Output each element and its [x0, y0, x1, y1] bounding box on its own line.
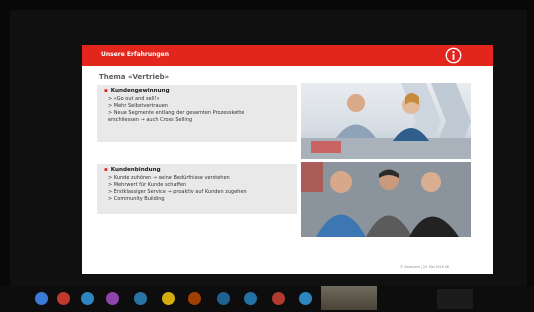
slide-subtitle: Thema «Vertrieb»	[99, 73, 170, 81]
slide-header-title: Unsere Erfahrungen	[101, 51, 170, 58]
content-box-retention: Kundenbindung > Kunde zuhören → seine Be…	[97, 164, 297, 214]
participant-avatar[interactable]	[244, 292, 257, 305]
participant-avatar[interactable]	[35, 292, 48, 305]
participant-video-thumbnail[interactable]	[321, 286, 377, 310]
slide-header-bar: Unsere Erfahrungen	[82, 45, 493, 66]
photo-team-meeting	[301, 83, 471, 159]
box-title: Kundengewinnung	[104, 88, 170, 94]
photo-team-meeting-illustration	[301, 83, 471, 159]
shared-screen-viewport: Unsere Erfahrungen Thema «Vertrieb» Kund…	[10, 10, 527, 286]
participant-avatar[interactable]	[188, 292, 201, 305]
content-box-acquisition: Kundengewinnung > «Go out and sell!» > M…	[97, 85, 297, 142]
photo-colleagues-screen	[301, 162, 471, 237]
brand-logo-icon	[445, 47, 462, 64]
participant-video-thumbnail[interactable]	[437, 289, 473, 309]
participant-avatar[interactable]	[134, 292, 147, 305]
participant-strip	[0, 286, 534, 312]
photo-colleagues-illustration	[301, 162, 471, 237]
box-line: erschliessen → auch Cross Selling	[108, 117, 193, 123]
participant-avatar[interactable]	[162, 292, 175, 305]
participant-avatar[interactable]	[272, 292, 285, 305]
box-line: > Erstklassiger Service → proaktiv auf K…	[108, 189, 247, 195]
box-title: Kundenbindung	[104, 167, 161, 173]
participant-avatar[interactable]	[106, 292, 119, 305]
slide-footer: © Swisscom | 24. Mai 2016 46	[400, 265, 449, 269]
box-line: > Community Building	[108, 196, 165, 202]
box-line: > Neue Segmente entlang der gesamten Pro…	[108, 110, 245, 116]
participant-avatar[interactable]	[299, 292, 312, 305]
box-line: > Kunde zuhören → seine Bedürfnisse vers…	[108, 175, 230, 181]
presentation-slide: Unsere Erfahrungen Thema «Vertrieb» Kund…	[82, 45, 493, 274]
participant-avatar[interactable]	[81, 292, 94, 305]
participant-avatar[interactable]	[217, 292, 230, 305]
box-line: > Mehrwert für Kunde schaffen	[108, 182, 187, 188]
participant-avatar[interactable]	[57, 292, 70, 305]
box-line: > «Go out and sell!»	[108, 96, 160, 102]
box-line: > Mehr Selbstvertrauen	[108, 103, 168, 109]
